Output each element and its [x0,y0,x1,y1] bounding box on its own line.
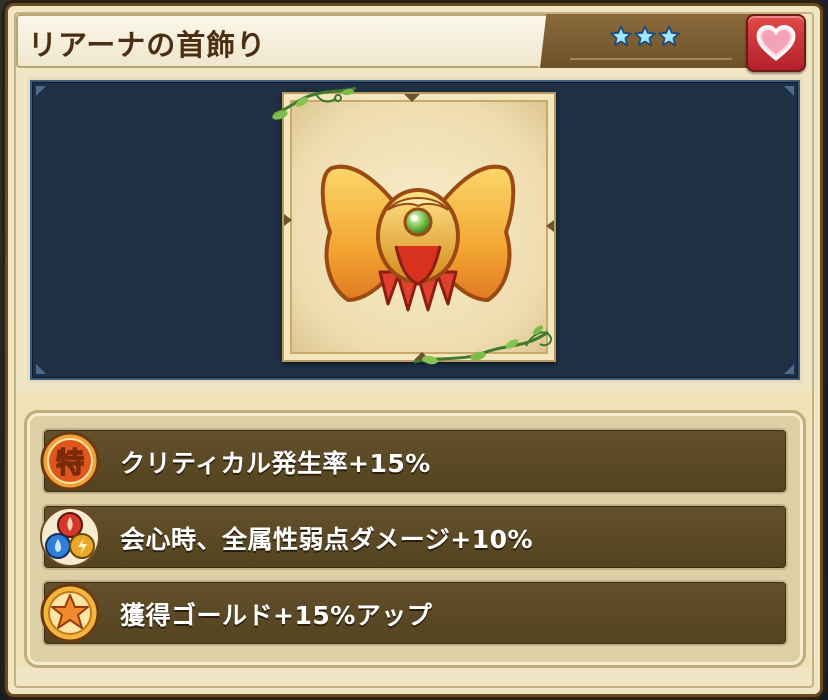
special-kanji-icon: 特 [40,431,100,491]
skill-row: 獲得ゴールド+15%アップ [40,580,788,646]
skill-label: 獲得ゴールド+15%アップ [120,601,433,630]
vine-decoration-top [272,86,357,120]
skill-label: クリティカル発生率+15% [120,449,431,478]
item-detail-screen: リアーナの首飾り 特 クリティカル発生率+15% 会心時、全属性弱点ダメージ+1… [0,0,828,700]
skill-row: 特 クリティカル発生率+15% [40,428,788,494]
star-icon [610,25,632,47]
element-orbs-icon [40,507,100,567]
heart-icon [756,24,796,61]
rarity-stars [610,25,680,47]
vine-decoration-bottom [413,325,552,365]
star-icon [658,25,680,47]
item-title: リアーナの首飾り [28,28,267,62]
bow-necklace-icon [320,164,516,312]
special-kanji-label: 特 [56,446,84,479]
star-icon [634,25,656,47]
skill-row: 会心時、全属性弱点ダメージ+10% [40,504,788,570]
skill-label: 会心時、全属性弱点ダメージ+10% [120,525,534,554]
star-medal-icon [40,583,100,643]
favorite-button[interactable] [746,14,806,72]
